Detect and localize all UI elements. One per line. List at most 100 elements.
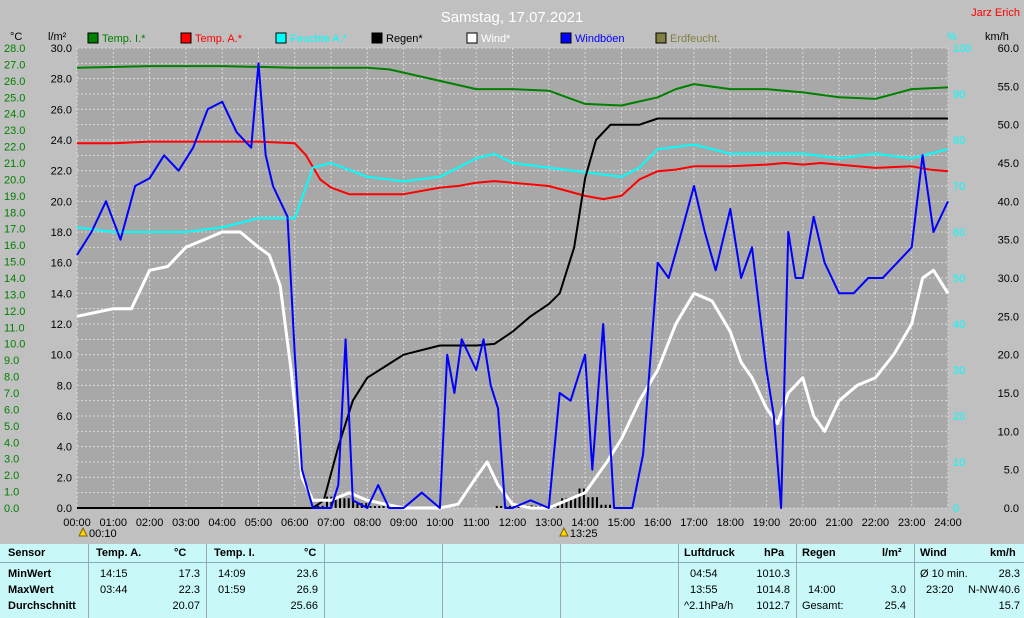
rain-tick-label: 4.0 <box>57 442 72 454</box>
x-tick-label: 03:00 <box>172 517 200 529</box>
x-tick-label: 13:00 <box>535 517 563 529</box>
temp-tick-label: 12.0 <box>4 306 25 318</box>
pressure-avg: 1012.7 <box>756 600 790 612</box>
pressure-min-time: 04:54 <box>690 568 718 580</box>
legend-label: Temp. I.* <box>102 33 146 45</box>
rain-tick-label: 8.0 <box>57 380 72 392</box>
rain-bar <box>604 504 607 508</box>
weather-chart: Samstag, 17.07.2021 Jarz Erich °C l/m² %… <box>0 0 1024 544</box>
temp-tick-label: 4.0 <box>4 437 19 449</box>
unit-pct-label: % <box>947 31 957 43</box>
rain-tick-label: 30.0 <box>51 43 72 55</box>
rain-tick-label: 22.0 <box>51 166 72 178</box>
kmh-tick-label: 35.0 <box>998 235 1019 247</box>
marker-label: 00:10 <box>89 528 117 540</box>
rain-bar <box>587 497 590 508</box>
rain-bar <box>382 506 385 508</box>
kmh-tick-label: 55.0 <box>998 81 1019 93</box>
x-tick-label: 20:00 <box>789 517 817 529</box>
sensor-header: Sensor <box>8 547 46 559</box>
temp-tick-label: 14.0 <box>4 273 25 285</box>
temp-a-avg: 20.07 <box>172 600 200 612</box>
unit-kmh-label: km/h <box>985 31 1009 43</box>
temp-i-min: 23.6 <box>296 568 318 580</box>
x-tick-label: 09:00 <box>390 517 418 529</box>
temp-tick-label: 5.0 <box>4 421 19 433</box>
pct-tick-label: 20 <box>953 411 965 423</box>
x-tick-label: 10:00 <box>426 517 454 529</box>
temp-tick-label: 20.0 <box>4 174 25 186</box>
temp-a-min: 17.3 <box>178 568 200 580</box>
temp-tick-label: 18.0 <box>4 207 25 219</box>
temp-tick-label: 25.0 <box>4 92 25 104</box>
wind-avg10-label: Ø 10 min. <box>920 568 968 580</box>
row-avg-label: Durchschnitt <box>8 600 76 612</box>
rain-bar <box>325 496 328 508</box>
kmh-tick-label: 40.0 <box>998 196 1019 208</box>
temp-i-avg: 25.66 <box>290 600 318 612</box>
temp-a-min-time: 14:15 <box>100 568 128 580</box>
pressure-max: 1014.8 <box>756 584 790 596</box>
kmh-tick-label: 20.0 <box>998 350 1019 362</box>
temp-tick-label: 19.0 <box>4 191 25 203</box>
x-tick-label: 21:00 <box>825 517 853 529</box>
kmh-tick-label: 25.0 <box>998 311 1019 323</box>
x-tick-label: 18:00 <box>716 517 744 529</box>
legend-label: Feuchte A.* <box>290 33 348 45</box>
x-tick-label: 04:00 <box>208 517 236 529</box>
pct-tick-label: 100 <box>953 43 971 55</box>
temp-i-min-time: 14:09 <box>218 568 246 580</box>
temp-a-header: Temp. A. <box>96 547 142 559</box>
pressure-max-time: 13:55 <box>690 584 718 596</box>
legend-swatch <box>180 32 192 44</box>
temp-a-max-time: 03:44 <box>100 584 128 596</box>
temp-tick-label: 24.0 <box>4 109 25 121</box>
temp-tick-label: 22.0 <box>4 142 25 154</box>
legend-swatch <box>466 32 478 44</box>
temp-tick-label: 21.0 <box>4 158 25 170</box>
rain-total: 25.4 <box>884 600 906 612</box>
temp-tick-label: 11.0 <box>4 322 25 334</box>
rain-max: 3.0 <box>890 584 906 596</box>
legend-swatch <box>655 32 667 44</box>
x-tick-label: 12:00 <box>499 517 527 529</box>
temp-a-unit: °C <box>174 547 187 559</box>
wind-unit: km/h <box>990 547 1016 559</box>
temp-tick-label: 23.0 <box>4 125 25 137</box>
marker-label: 13:25 <box>570 528 598 540</box>
x-tick-label: 22:00 <box>862 517 890 529</box>
rain-bar <box>600 504 603 508</box>
rain-bar <box>495 505 498 508</box>
x-axis-time: 00:00 01:00 02:00 03:00 04:00 05:00 06:00 07:00… <box>63 517 962 529</box>
rain-tick-label: 24.0 <box>51 135 72 147</box>
rain-bar <box>500 505 503 508</box>
pct-tick-label: 50 <box>953 273 965 285</box>
temp-tick-label: 28.0 <box>4 43 25 55</box>
temp-tick-label: 26.0 <box>4 76 25 88</box>
temp-i-max-time: 01:59 <box>218 584 246 596</box>
kmh-tick-label: 45.0 <box>998 158 1019 170</box>
temp-tick-label: 27.0 <box>4 59 25 71</box>
x-tick-label: 24:00 <box>934 517 962 529</box>
rain-bar <box>369 506 372 508</box>
rain-tick-label: 26.0 <box>51 104 72 116</box>
rain-tick-label: 18.0 <box>51 227 72 239</box>
kmh-tick-label: 0.0 <box>1004 503 1019 515</box>
rain-bar <box>347 498 350 508</box>
pct-tick-label: 70 <box>953 181 965 193</box>
legend-swatch <box>371 32 383 44</box>
rain-bar <box>378 506 381 508</box>
unit-temp-label: °C <box>10 31 22 43</box>
row-min-label: MinWert <box>8 568 52 580</box>
temp-tick-label: 1.0 <box>4 487 19 499</box>
legend-label: Wind* <box>481 33 511 45</box>
legend-swatch <box>87 32 99 44</box>
kmh-tick-label: 60.0 <box>998 43 1019 55</box>
x-tick-label: 07:00 <box>317 517 345 529</box>
rain-bar <box>574 498 577 508</box>
kmh-tick-label: 15.0 <box>998 388 1019 400</box>
x-tick-label: 17:00 <box>680 517 708 529</box>
rain-tick-label: 16.0 <box>51 258 72 270</box>
pct-tick-label: 80 <box>953 135 965 147</box>
rain-unit: l/m² <box>882 547 902 559</box>
